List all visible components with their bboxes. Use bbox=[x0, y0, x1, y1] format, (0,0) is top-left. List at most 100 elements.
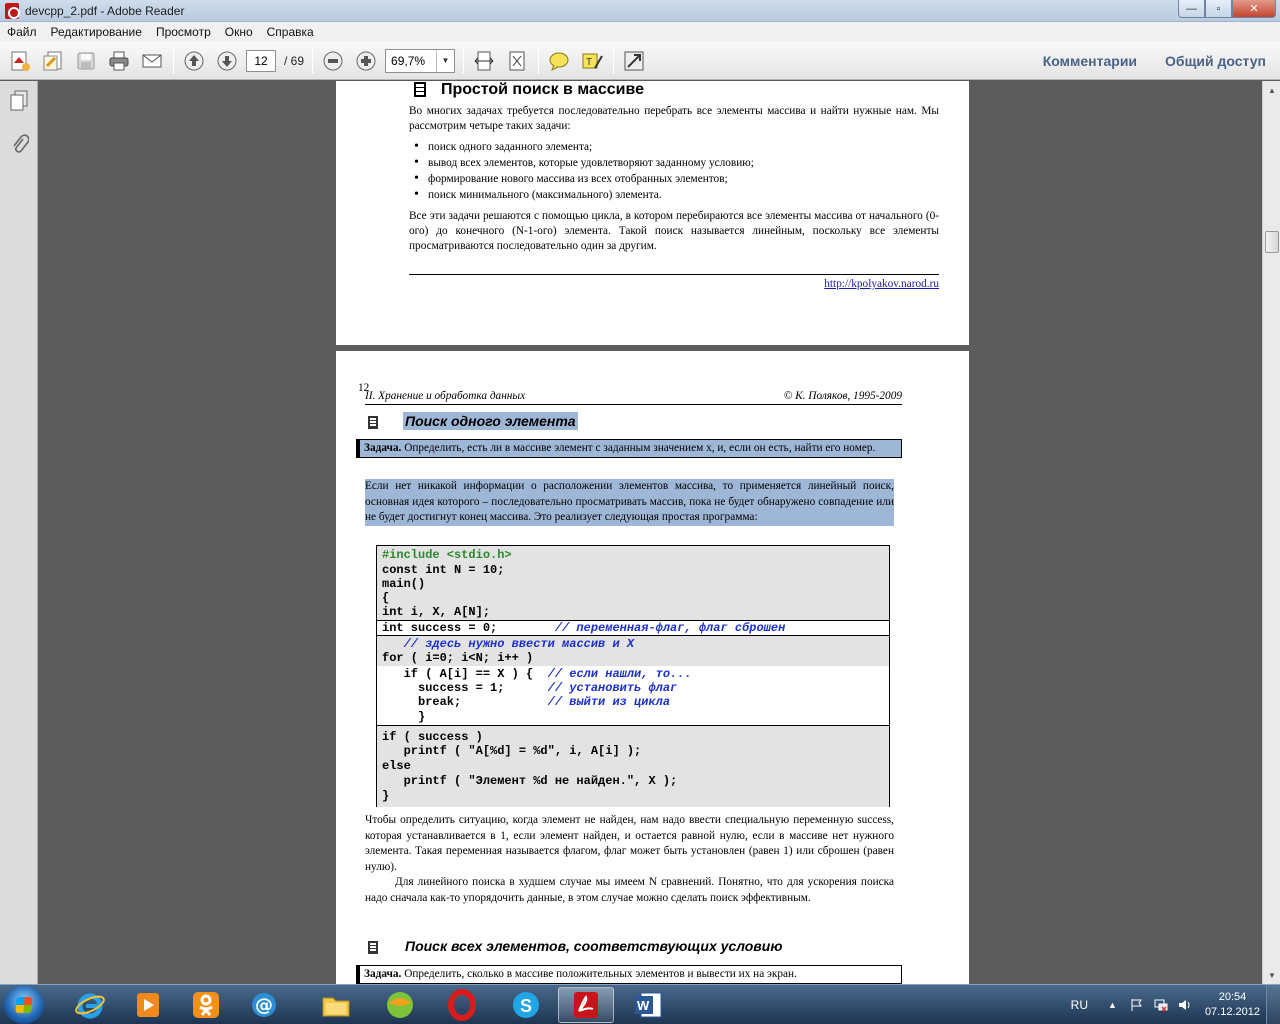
scroll-up-arrow-icon[interactable]: ▲ bbox=[1264, 82, 1280, 98]
menu-edit[interactable]: Редактирование bbox=[44, 25, 149, 39]
taskbar-skype[interactable]: S bbox=[498, 987, 554, 1023]
create-pdf-icon bbox=[11, 51, 30, 71]
notepad-icon bbox=[368, 941, 378, 954]
network-icon[interactable] bbox=[1153, 997, 1169, 1013]
save-button[interactable] bbox=[73, 48, 99, 74]
taskbar: @ S W RU ▲ 20:54 07.12.2012 bbox=[0, 984, 1280, 1024]
menu-file[interactable]: Файл bbox=[0, 25, 44, 39]
task-box: Задача. Определить, сколько в массиве по… bbox=[356, 965, 902, 984]
toolbar-separator bbox=[312, 47, 314, 74]
start-button[interactable] bbox=[4, 986, 44, 1024]
scroll-down-arrow-icon[interactable]: ▼ bbox=[1264, 967, 1280, 983]
email-button[interactable] bbox=[139, 48, 165, 74]
code-comment: // установить флаг bbox=[547, 681, 678, 695]
chevron-down-icon[interactable]: ▼ bbox=[436, 49, 454, 72]
opera-icon bbox=[448, 989, 476, 1021]
bullet-list: поиск одного заданного элемента; вывод в… bbox=[414, 139, 754, 203]
title-bar: devcpp_2.pdf - Adobe Reader — ▫ ✕ bbox=[0, 0, 1280, 22]
footer-rule bbox=[409, 274, 939, 275]
clock-date: 07.12.2012 bbox=[1204, 1006, 1260, 1018]
vertical-scrollbar[interactable]: ▲ ▼ bbox=[1262, 81, 1280, 984]
attachments-paperclip-icon[interactable] bbox=[9, 133, 30, 153]
full-screen-button[interactable] bbox=[621, 48, 647, 74]
envelope-icon bbox=[142, 54, 162, 67]
svg-text:W: W bbox=[637, 998, 650, 1013]
menu-view[interactable]: Просмотр bbox=[149, 25, 218, 39]
code-text: printf ( "Элемент %d не найден.", X ); bbox=[382, 774, 678, 788]
code-line: main() bbox=[382, 577, 425, 591]
next-page-button[interactable] bbox=[214, 48, 240, 74]
minimize-button[interactable]: — bbox=[1178, 0, 1205, 18]
minus-circle-icon bbox=[323, 51, 343, 70]
add-comment-button[interactable] bbox=[546, 48, 572, 74]
fit-width-icon bbox=[474, 51, 494, 70]
taskbar-browser[interactable] bbox=[372, 987, 428, 1023]
highlight-text-button[interactable]: T bbox=[579, 48, 605, 74]
taskbar-internet-explorer[interactable] bbox=[62, 987, 118, 1023]
fit-page-button[interactable] bbox=[504, 48, 530, 74]
taskbar-file-explorer[interactable] bbox=[308, 987, 364, 1023]
code-text: const int N = 10; bbox=[382, 563, 505, 577]
paragraph: Если нет никакой информации о расположен… bbox=[365, 479, 894, 526]
page-number-input[interactable]: 12 bbox=[246, 49, 276, 72]
list-item: формирование нового массива из всех отоб… bbox=[414, 171, 754, 187]
scrollbar-thumb[interactable] bbox=[1265, 231, 1279, 253]
code-line: #include <stdio.h> bbox=[382, 548, 512, 562]
page-thumbnails-icon[interactable] bbox=[9, 90, 29, 111]
action-center-flag-icon[interactable] bbox=[1129, 997, 1145, 1013]
system-tray: RU ▲ 20:54 07.12.2012 bbox=[1071, 985, 1280, 1024]
clock[interactable]: 20:54 07.12.2012 bbox=[1205, 990, 1260, 1020]
code-listing: #include <stdio.h> const int N = 10; main(… bbox=[376, 545, 890, 807]
code-text: break; bbox=[382, 695, 548, 709]
code-text: } bbox=[382, 789, 390, 803]
show-desktop-button[interactable] bbox=[1266, 985, 1280, 1024]
zoom-in-button[interactable] bbox=[353, 48, 379, 74]
code-line: success = 1; // установить флаг bbox=[382, 681, 677, 695]
taskbar-word[interactable]: W bbox=[620, 987, 676, 1023]
print-button[interactable] bbox=[106, 48, 132, 74]
word-icon: W bbox=[635, 992, 662, 1018]
previous-page-button[interactable] bbox=[181, 48, 207, 74]
taskbar-odnoklassniki[interactable] bbox=[178, 987, 234, 1023]
code-line: } bbox=[382, 789, 389, 803]
menu-bar: Файл Редактирование Просмотр Окно Справк… bbox=[0, 22, 1280, 42]
taskbar-mail-agent[interactable]: @ bbox=[236, 987, 292, 1023]
show-hidden-icons-icon[interactable]: ▲ bbox=[1108, 1000, 1117, 1010]
media-player-icon bbox=[137, 993, 159, 1017]
printer-icon bbox=[109, 51, 129, 70]
list-item: поиск одного заданного элемента; bbox=[414, 139, 754, 155]
share-panel-button[interactable]: Общий доступ bbox=[1165, 53, 1266, 69]
volume-speaker-icon[interactable] bbox=[1177, 997, 1193, 1013]
footer-link[interactable]: http://kpolyakov.narod.ru bbox=[824, 278, 939, 290]
maximize-button[interactable]: ▫ bbox=[1205, 0, 1232, 18]
arrow-down-icon bbox=[217, 51, 237, 70]
document-view[interactable]: Простой поиск в массиве Во многих задача… bbox=[38, 81, 1262, 984]
language-indicator[interactable]: RU bbox=[1071, 998, 1088, 1012]
taskbar-opera[interactable] bbox=[434, 987, 490, 1023]
code-text: if ( success ) bbox=[382, 730, 483, 744]
svg-text:@: @ bbox=[255, 995, 273, 1016]
save-disk-icon bbox=[77, 52, 95, 69]
navigation-pane bbox=[0, 81, 38, 984]
taskbar-adobe-reader[interactable] bbox=[558, 987, 614, 1023]
code-comment: // здесь нужно ввести массив и X bbox=[403, 637, 635, 651]
taskbar-media-player[interactable] bbox=[120, 987, 176, 1023]
menu-help[interactable]: Справка bbox=[260, 25, 321, 39]
paragraph: Во многих задачах требуется последовател… bbox=[409, 105, 939, 132]
internet-explorer-icon bbox=[75, 993, 105, 1019]
comments-panel-button[interactable]: Комментарии bbox=[1043, 53, 1137, 69]
paragraph: Чтобы определить ситуацию, когда элемент… bbox=[365, 814, 894, 873]
list-item: вывод всех элементов, которые удовлетвор… bbox=[414, 155, 754, 171]
edit-pdf-button[interactable] bbox=[40, 48, 66, 74]
notepad-icon bbox=[414, 82, 426, 97]
menu-window[interactable]: Окно bbox=[218, 25, 260, 39]
code-line: int success = 0; // переменная-флаг, фла… bbox=[382, 621, 785, 635]
notepad-icon bbox=[368, 416, 378, 429]
zoom-out-button[interactable] bbox=[320, 48, 346, 74]
code-comment: // переменная-флаг, флаг сброшен bbox=[554, 621, 786, 635]
close-button[interactable]: ✕ bbox=[1232, 0, 1276, 18]
create-pdf-button[interactable] bbox=[7, 48, 33, 74]
fit-width-button[interactable] bbox=[471, 48, 497, 74]
zoom-select[interactable]: 69,7% ▼ bbox=[385, 48, 456, 73]
